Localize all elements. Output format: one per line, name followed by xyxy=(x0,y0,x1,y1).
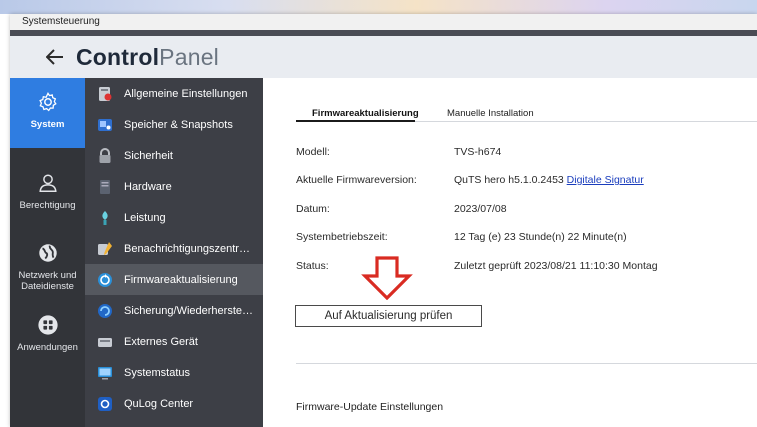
firmware-version-value: QuTS hero h5.1.0.2453 Digitale Signatur xyxy=(454,174,644,186)
firmware-version-text: QuTS hero h5.1.0.2453 xyxy=(454,174,564,186)
monitor-icon xyxy=(96,364,114,382)
model-value: TVS-h674 xyxy=(454,146,502,158)
window-title: Systemsteuerung xyxy=(10,14,757,30)
menu-label: Systemstatus xyxy=(124,366,191,379)
qulog-icon xyxy=(96,395,114,413)
user-icon xyxy=(38,174,57,192)
firmware-update-settings-title: Firmware-Update Einstellungen xyxy=(296,401,444,413)
rail-label-netzwerk: Netzwerk und Dateidienste xyxy=(18,270,77,292)
menu-label: Externes Gerät xyxy=(124,335,198,348)
globe-icon xyxy=(38,244,57,262)
red-down-arrow-icon xyxy=(361,256,413,300)
menu-label: QuLog Center xyxy=(124,397,194,410)
menu-item-hardware[interactable]: Hardware xyxy=(85,171,263,202)
tab-firmwareaktualisierung[interactable]: Firmwareaktualisierung xyxy=(312,108,419,119)
app-header: ControlPanel xyxy=(10,36,757,78)
hardware-icon xyxy=(96,178,114,196)
notification-icon xyxy=(96,240,114,258)
external-device-icon xyxy=(96,333,114,351)
firmware-icon xyxy=(96,271,114,289)
rail-label-berechtigung: Berechtigung xyxy=(19,200,76,211)
menu-label: Sicherheit xyxy=(124,149,173,162)
uptime-value: 12 Tag (e) 23 Stunde(n) 22 Minute(n) xyxy=(454,231,627,243)
model-label: Modell: xyxy=(296,146,330,158)
general-settings-icon xyxy=(96,85,114,103)
check-for-update-button[interactable]: Auf Aktualisierung prüfen xyxy=(295,305,482,327)
backup-icon xyxy=(96,302,114,320)
menu-label: Benachrichtigungszentrum xyxy=(124,242,254,255)
app-name-light: Panel xyxy=(159,43,219,70)
system-submenu: Allgemeine Einstellungen Speicher & Snap… xyxy=(85,78,263,427)
active-tab-indicator xyxy=(296,120,415,122)
menu-item-sicherung-wiederherstellung[interactable]: Sicherung/Wiederherstell... xyxy=(85,295,263,326)
tab-manuelle-installation[interactable]: Manuelle Installation xyxy=(447,108,534,119)
date-label: Datum: xyxy=(296,203,330,215)
app-logo: ControlPanel xyxy=(76,44,219,71)
menu-label: Firmwareaktualisierung xyxy=(124,273,238,286)
section-divider xyxy=(296,363,757,364)
tab-bar: Firmwareaktualisierung Manuelle Installa… xyxy=(296,102,757,122)
rail-item-anwendungen[interactable]: Anwendungen xyxy=(10,300,85,360)
menu-label: Speicher & Snapshots xyxy=(124,118,233,131)
menu-item-qulog-center[interactable]: QuLog Center xyxy=(85,388,263,419)
rail-item-berechtigung[interactable]: Berechtigung xyxy=(10,158,85,218)
rail-label-anwendungen: Anwendungen xyxy=(17,342,78,353)
app-name-bold: Control xyxy=(76,43,160,70)
control-panel-window: Systemsteuerung ControlPanel System Bere… xyxy=(10,14,757,427)
firmware-content-panel: Firmwareaktualisierung Manuelle Installa… xyxy=(263,78,757,427)
menu-item-sicherheit[interactable]: Sicherheit xyxy=(85,140,263,171)
rail-item-netzwerk[interactable]: Netzwerk und Dateidienste xyxy=(10,228,85,298)
uptime-label: Systembetriebszeit: xyxy=(296,231,388,243)
performance-icon xyxy=(96,209,114,227)
menu-label: Sicherung/Wiederherstell... xyxy=(124,304,254,317)
menu-item-leistung[interactable]: Leistung xyxy=(85,202,263,233)
category-rail: System Berechtigung Netzwerk und Dateidi… xyxy=(10,78,85,427)
menu-label: Hardware xyxy=(124,180,172,193)
menu-item-speicher-snapshots[interactable]: Speicher & Snapshots xyxy=(85,109,263,140)
menu-label: Allgemeine Einstellungen xyxy=(124,87,248,100)
back-arrow-icon[interactable] xyxy=(40,42,70,72)
menu-item-systemstatus[interactable]: Systemstatus xyxy=(85,357,263,388)
status-label: Status: xyxy=(296,260,329,272)
apps-grid-icon xyxy=(37,315,58,335)
storage-icon xyxy=(96,116,114,134)
status-value: Zuletzt geprüft 2023/08/21 11:10:30 Mont… xyxy=(454,260,658,272)
menu-item-firmwareaktualisierung[interactable]: Firmwareaktualisierung xyxy=(85,264,263,295)
lock-icon xyxy=(96,147,114,165)
digital-signature-link[interactable]: Digitale Signatur xyxy=(567,174,644,186)
menu-label: Leistung xyxy=(124,211,166,224)
menu-item-allgemeine-einstellungen[interactable]: Allgemeine Einstellungen xyxy=(85,78,263,109)
rail-label-system: System xyxy=(30,119,65,130)
firmware-version-label: Aktuelle Firmwareversion: xyxy=(296,174,417,186)
menu-item-benachrichtigungszentrum[interactable]: Benachrichtigungszentrum xyxy=(85,233,263,264)
date-value: 2023/07/08 xyxy=(454,203,507,215)
desktop-background xyxy=(0,0,757,14)
rail-item-system[interactable]: System xyxy=(10,78,85,148)
menu-item-externes-geraet[interactable]: Externes Gerät xyxy=(85,326,263,357)
gear-icon xyxy=(38,91,57,112)
